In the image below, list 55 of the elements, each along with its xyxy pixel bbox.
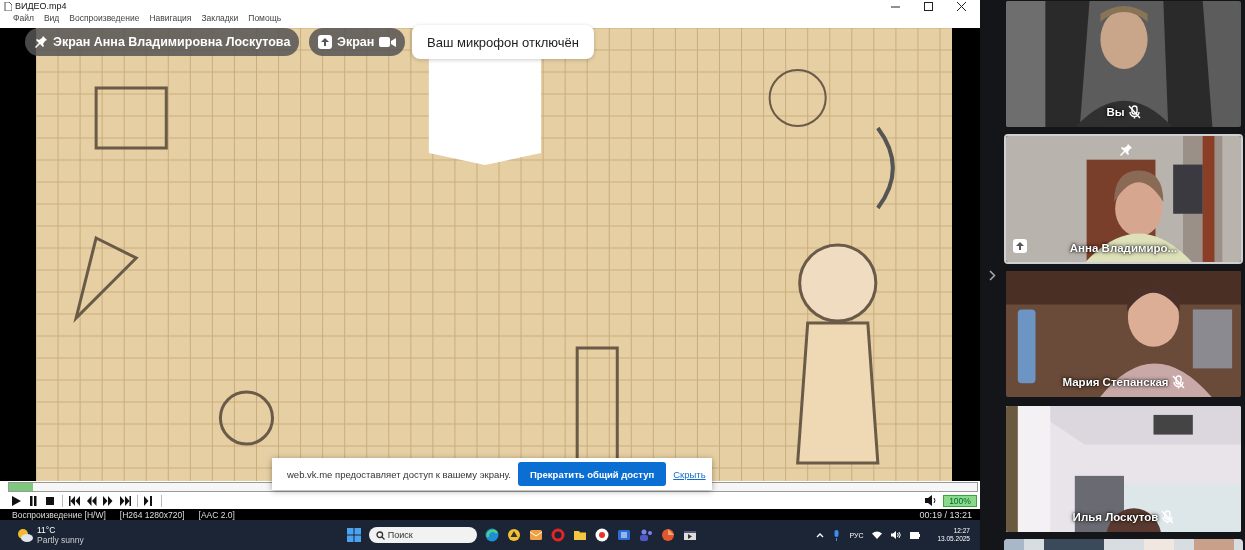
people-icon[interactable] xyxy=(638,528,653,542)
hide-link[interactable]: Скрыть xyxy=(673,468,706,480)
swirl-icon[interactable] xyxy=(484,528,499,542)
microphone-icon[interactable] xyxy=(833,529,841,541)
chevron-up-icon[interactable] xyxy=(816,532,825,538)
volume-bar[interactable]: 100% xyxy=(943,494,977,507)
search-icon xyxy=(375,531,385,540)
status-text: [AAC 2.0] xyxy=(198,509,235,520)
pause-icon[interactable] xyxy=(28,495,39,506)
pin-icon xyxy=(34,35,48,49)
circle-icon[interactable] xyxy=(594,528,609,542)
participant-tile[interactable]: Вы xyxy=(1004,0,1243,129)
skip-forward-icon[interactable] xyxy=(120,495,131,506)
menu-item[interactable]: Файл xyxy=(13,13,34,23)
maximize-icon[interactable] xyxy=(924,1,933,11)
window-title: ВИДЕО.mp4 xyxy=(15,1,67,11)
battery-icon[interactable] xyxy=(910,531,921,539)
menu-item[interactable]: Воспроизведение xyxy=(69,13,140,23)
temperature: 11°C xyxy=(37,525,57,535)
playback-time: 00:19 / 13:21 xyxy=(919,509,972,520)
weather-icon[interactable] xyxy=(17,528,33,542)
mic-notice-tooltip: Ваш микрофон отключён xyxy=(412,25,594,59)
rewind-icon[interactable] xyxy=(86,495,97,506)
skip-back-icon[interactable] xyxy=(69,495,80,506)
search-field[interactable]: Поиск xyxy=(368,527,477,543)
window-icon[interactable] xyxy=(682,528,697,542)
ring-icon[interactable] xyxy=(550,528,565,542)
document-icon[interactable] xyxy=(616,528,631,542)
close-icon[interactable] xyxy=(957,1,966,11)
share-message: web.vk.me предоставляет доступ к вашему экрану. xyxy=(287,468,511,480)
screen-label: Экран Анна Владимировна Лоскутова xyxy=(25,28,300,56)
speaker-icon[interactable] xyxy=(891,531,902,539)
camera-icon[interactable] xyxy=(379,35,397,49)
folder-icon[interactable] xyxy=(572,528,587,542)
play-icon[interactable] xyxy=(11,495,22,506)
fast-forward-icon[interactable] xyxy=(103,495,114,506)
start-icon[interactable] xyxy=(346,528,361,542)
stop-sharing-button[interactable]: Прекратить общий доступ xyxy=(517,462,667,486)
weather-text: Partly sunny xyxy=(37,535,84,545)
menu-item[interactable]: Вид xyxy=(43,13,60,23)
menu-item[interactable]: Помощь xyxy=(248,13,282,23)
menu-item[interactable]: Закладки xyxy=(201,13,239,23)
wifi-icon[interactable] xyxy=(872,531,883,539)
chevron-right-icon[interactable] xyxy=(988,269,996,281)
envelope-icon[interactable] xyxy=(528,528,543,542)
participant-name: Вы xyxy=(1106,106,1125,118)
stop-icon[interactable] xyxy=(45,495,56,506)
slideshow-icon[interactable] xyxy=(660,528,675,542)
status-text: Воспроизведение [H/W] xyxy=(12,509,106,520)
status-text: [H264 1280x720] xyxy=(119,509,185,520)
frame-step-icon[interactable] xyxy=(144,495,155,506)
screen-button[interactable]: Экран xyxy=(309,28,406,56)
menu-item[interactable]: Навигация xyxy=(149,13,192,23)
speaker-icon[interactable] xyxy=(925,495,937,506)
upload-icon xyxy=(318,35,332,49)
